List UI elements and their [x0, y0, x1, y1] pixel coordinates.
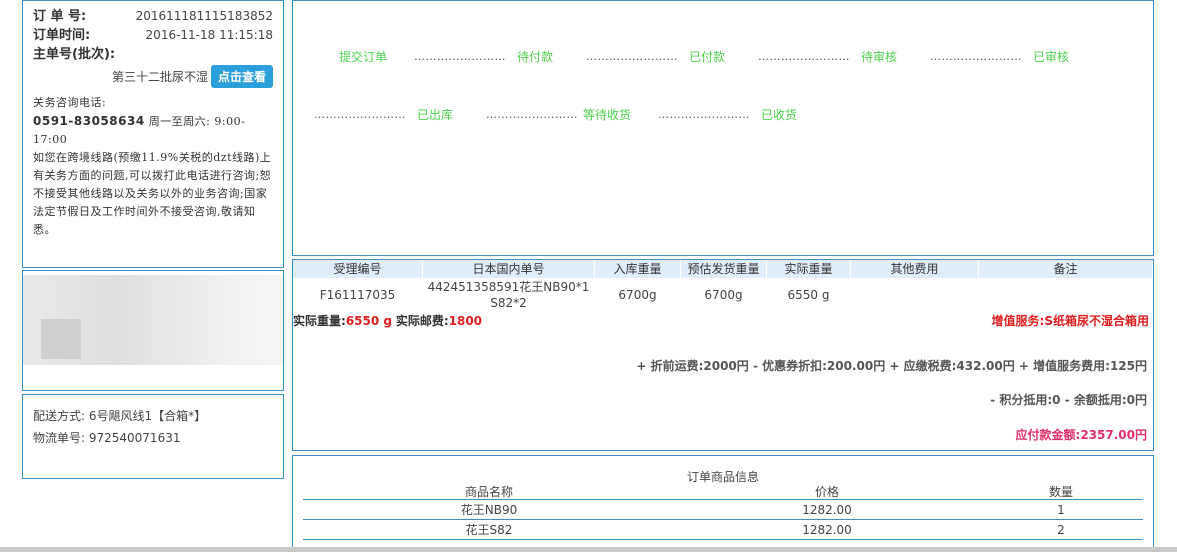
shipment-detail-panel: 受理编号 日本国内单号 入库重量 预估发货重量 实际重量 其他费用 备注 F16…	[292, 259, 1154, 451]
blurred-block	[41, 319, 81, 359]
header-cell: 实际重量	[767, 260, 851, 278]
header-product-name: 商品名称	[464, 485, 513, 499]
payable-amount: 应付款金额:2357.00円	[1015, 428, 1147, 442]
step-dots: ……………………	[314, 108, 406, 121]
order-time-value: 2016-11-18 11:15:18	[145, 28, 273, 42]
shipping-panel: 配送方式: 6号飓风线1【合箱*】 物流单号: 972540071631	[22, 394, 284, 479]
value-added-service: 增值服务:S纸箱尿不湿合箱用	[991, 314, 1149, 328]
step-paid: 已付款	[689, 50, 726, 64]
step-dots: ……………………	[930, 50, 1022, 63]
cell-est-weight: 6700g	[681, 288, 767, 302]
order-status-panel: 提交订单 …………………… 待付款 …………………… 已付款 …………………… …	[292, 0, 1154, 256]
header-cell: 入库重量	[595, 260, 681, 278]
detail-table-header: 受理编号 日本国内单号 入库重量 预估发货重量 实际重量 其他费用 备注	[293, 260, 1153, 278]
customs-consult-info: 关务咨询电话: 0591-83058634 周一至周六: 9:00-17:00 …	[33, 94, 273, 239]
table-row: 花王S82 1282.00 2	[303, 520, 1143, 540]
consult-note: 如您在跨境线路(预缴11.9%关税的dzt线路)上有关务方面的问题,可以拨打此电…	[33, 151, 272, 236]
product-quantity: 2	[1057, 523, 1065, 537]
product-price: 1282.00	[802, 503, 852, 517]
weight-summary: 实际重量:6550 g 实际邮费:1800 增值服务:S纸箱尿不湿合箱用	[293, 312, 1153, 328]
actual-weight-value: 6550 g	[345, 314, 392, 328]
postage-label: 实际邮费:	[395, 314, 449, 328]
header-cell: 其他费用	[851, 260, 979, 278]
fee-breakdown: + 折前运费:2000円 - 优惠券折扣:200.00円 + 应缴税费:432.…	[636, 359, 1147, 373]
cell-inbound-weight: 6700g	[595, 288, 681, 302]
goods-table-header: 商品名称 价格 数量	[303, 484, 1143, 500]
order-time-label: 订单时间:	[33, 28, 91, 43]
step-dots: ……………………	[486, 108, 578, 121]
consult-title: 关务咨询电话:	[33, 96, 107, 109]
view-batch-button[interactable]: 点击查看	[210, 65, 273, 88]
master-no-label: 主单号(批次):	[33, 47, 116, 62]
cell-jp-tracking: 442451358591花王NB90*1 S82*2	[423, 279, 595, 311]
header-cell: 备注	[979, 260, 1153, 278]
shipping-method: 配送方式: 6号飓风线1【合箱*】	[33, 409, 207, 423]
header-cell: 预估发货重量	[681, 260, 767, 278]
step-dots: ……………………	[758, 50, 850, 63]
step-dots: ……………………	[586, 50, 678, 63]
tracking-number: 物流单号: 972540071631	[33, 431, 181, 445]
header-quantity: 数量	[1048, 485, 1073, 499]
goods-title: 订单商品信息	[686, 470, 759, 484]
batch-name: 第三十二批尿不湿	[111, 70, 208, 84]
order-no-label: 订 单 号:	[33, 9, 87, 24]
step-received: 已收货	[761, 108, 798, 122]
step-dots: ……………………	[414, 50, 506, 63]
product-name: 花王NB90	[460, 503, 518, 517]
step-reviewed: 已审核	[1033, 50, 1070, 64]
step-pending-payment: 待付款	[517, 50, 554, 64]
product-price: 1282.00	[802, 523, 852, 537]
table-row: 花王NB90 1282.00 1	[303, 500, 1143, 520]
cell-accept-no: F161117035	[293, 288, 423, 302]
consult-phone: 0591-83058634	[33, 114, 145, 128]
actual-weight-label: 实际重量:	[293, 314, 346, 328]
horizontal-scrollbar[interactable]	[0, 547, 1177, 552]
order-goods-panel: 订单商品信息 商品名称 价格 数量 花王NB90 1282.00 1 花王S82…	[292, 455, 1154, 552]
step-submit: 提交订单	[339, 50, 388, 64]
step-awaiting-receipt: 等待收货	[583, 108, 632, 122]
table-row: F161117035 442451358591花王NB90*1 S82*2 67…	[293, 278, 1153, 312]
header-price: 价格	[814, 485, 839, 499]
deduction-line: - 积分抵用:0 - 余额抵用:0円	[990, 393, 1147, 407]
blurred-panel	[22, 270, 284, 391]
cell-actual-weight: 6550 g	[767, 288, 851, 302]
header-cell: 日本国内单号	[423, 260, 595, 278]
step-pending-review: 待审核	[861, 50, 898, 64]
order-no-value: 201611181115183852	[135, 9, 273, 23]
order-info-panel: 订 单 号: 201611181115183852 订单时间: 2016-11-…	[22, 0, 284, 268]
step-shipped-out: 已出库	[417, 108, 454, 122]
header-cell: 受理编号	[293, 260, 423, 278]
product-quantity: 1	[1057, 503, 1065, 517]
postage-value: 1800	[448, 314, 483, 328]
product-name: 花王S82	[465, 523, 513, 537]
step-dots: ……………………	[658, 108, 750, 121]
